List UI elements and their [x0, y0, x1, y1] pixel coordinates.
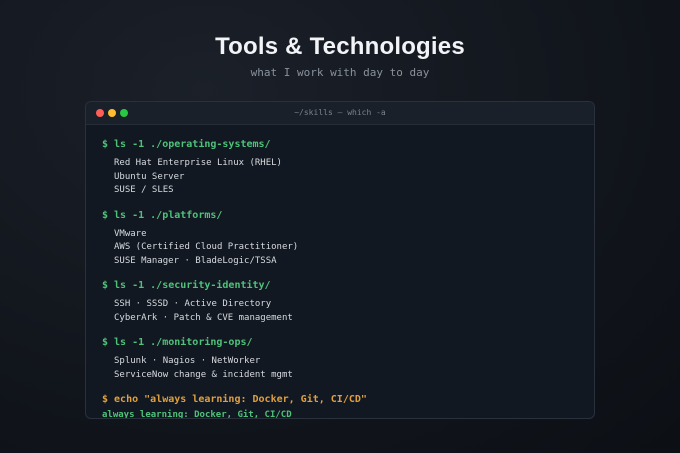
command-line: $ ls -1 ./security-identity/ — [102, 280, 271, 291]
list-item: SSH · SSSD · Active Directory — [114, 299, 272, 309]
command-line: $ ls -1 ./monitoring-ops/ — [102, 337, 253, 348]
list-item: Splunk · Nagios · NetWorker — [114, 356, 261, 366]
command-line: $ ls -1 ./operating-systems/ — [102, 139, 271, 150]
page-title: Tools & Technologies — [215, 33, 465, 60]
command-group-platforms: $ ls -1 ./platforms/ VMware AWS (Certifi… — [102, 209, 578, 269]
list-item: ServiceNow change & incident mgmt — [114, 369, 293, 380]
list-item: Ubuntu Server — [114, 171, 185, 182]
terminal-window: ~/skills — which -a $ ls -1 ./operating-… — [85, 101, 595, 419]
echo-output: always learning: Docker, Git, CI/CD — [102, 410, 292, 419]
command-group-monitoring-ops: $ ls -1 ./monitoring-ops/ Splunk · Nagio… — [102, 336, 578, 382]
terminal-body: $ ls -1 ./operating-systems/ Red Hat Ent… — [102, 138, 578, 419]
terminal-title: ~/skills — which -a — [294, 108, 386, 117]
terminal-titlebar: ~/skills — which -a — [86, 102, 594, 125]
command-line: $ ls -1 ./platforms/ — [102, 209, 223, 221]
list-item: AWS (Certified Cloud Practitioner) — [114, 242, 299, 252]
list-item: SUSE Manager · BladeLogic/TSSA — [114, 255, 277, 266]
page-subtitle: what I work with day to day — [250, 66, 430, 79]
list-item: CyberArk · Patch & CVE management — [114, 312, 293, 323]
list-item: SUSE / SLES — [114, 185, 174, 195]
command-group-operating-systems: $ ls -1 ./operating-systems/ Red Hat Ent… — [102, 138, 578, 198]
echo-command-line: $ echo "always learning: Docker, Git, CI… — [102, 394, 367, 405]
list-item: Red Hat Enterprise Linux (RHEL) — [114, 158, 282, 168]
list-item: VMware — [114, 228, 147, 239]
command-group-security-identity: $ ls -1 ./security-identity/ SSH · SSSD … — [102, 279, 578, 325]
